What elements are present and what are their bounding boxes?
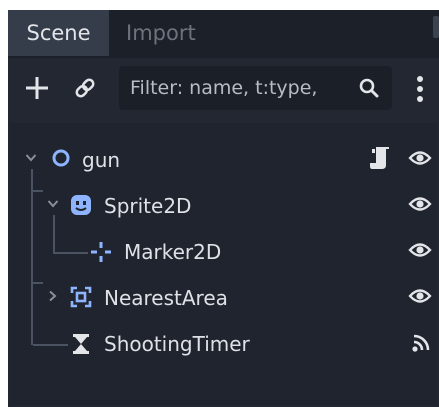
tab-scene[interactable]: Scene (8, 10, 109, 56)
tree-item-shootingtimer[interactable]: ShootingTimer (10, 321, 437, 367)
tree-item-sprite2d[interactable]: Sprite2D (10, 183, 437, 229)
add-node-button[interactable] (20, 71, 54, 105)
tab-import-label: Import (126, 21, 196, 45)
script-icon[interactable] (369, 146, 391, 170)
signal-icon[interactable] (411, 333, 431, 353)
circle-node-icon (52, 149, 70, 167)
chevron-down-icon[interactable] (47, 199, 59, 209)
tree-item-marker2d[interactable]: Marker2D (10, 229, 437, 275)
node-name: ShootingTimer (104, 332, 250, 356)
eye-icon[interactable] (408, 286, 432, 306)
node-name: Marker2D (124, 240, 222, 264)
filter-input[interactable] (130, 77, 354, 99)
hourglass-icon (73, 334, 89, 354)
tree-item-gun[interactable]: gun (10, 137, 437, 183)
filter-box (119, 66, 392, 110)
tab-scroll-edge (433, 16, 439, 38)
scene-dock: Scene Import Filter: name, t:type, gun S… (8, 10, 439, 407)
plus-icon (26, 77, 48, 99)
tab-scene-label: Scene (26, 21, 91, 45)
chevron-right-icon[interactable] (48, 290, 58, 302)
scene-toolbar (8, 58, 439, 118)
sprite-face-icon (71, 195, 91, 215)
scene-tree: gun Sprite2D Marker2D NearestArea Shooti… (10, 123, 437, 405)
node-name: NearestArea (104, 286, 228, 310)
kebab-menu-icon (417, 76, 423, 102)
instantiate-child-scene-button[interactable] (68, 71, 102, 105)
dock-tab-bar: Scene Import (8, 10, 439, 58)
eye-icon[interactable] (408, 240, 432, 260)
tree-item-nearestarea[interactable]: NearestArea (10, 275, 437, 321)
eye-icon[interactable] (408, 194, 432, 214)
eye-icon[interactable] (408, 148, 432, 168)
node-name: gun (82, 148, 121, 172)
crosshair-marker-icon (91, 242, 111, 262)
scene-menu-button[interactable] (409, 72, 431, 106)
area-frame-icon (70, 286, 92, 308)
search-icon (359, 78, 379, 98)
node-name: Sprite2D (104, 194, 192, 218)
link-icon (75, 78, 95, 98)
chevron-down-icon[interactable] (25, 153, 37, 163)
tab-import[interactable]: Import (126, 10, 196, 56)
